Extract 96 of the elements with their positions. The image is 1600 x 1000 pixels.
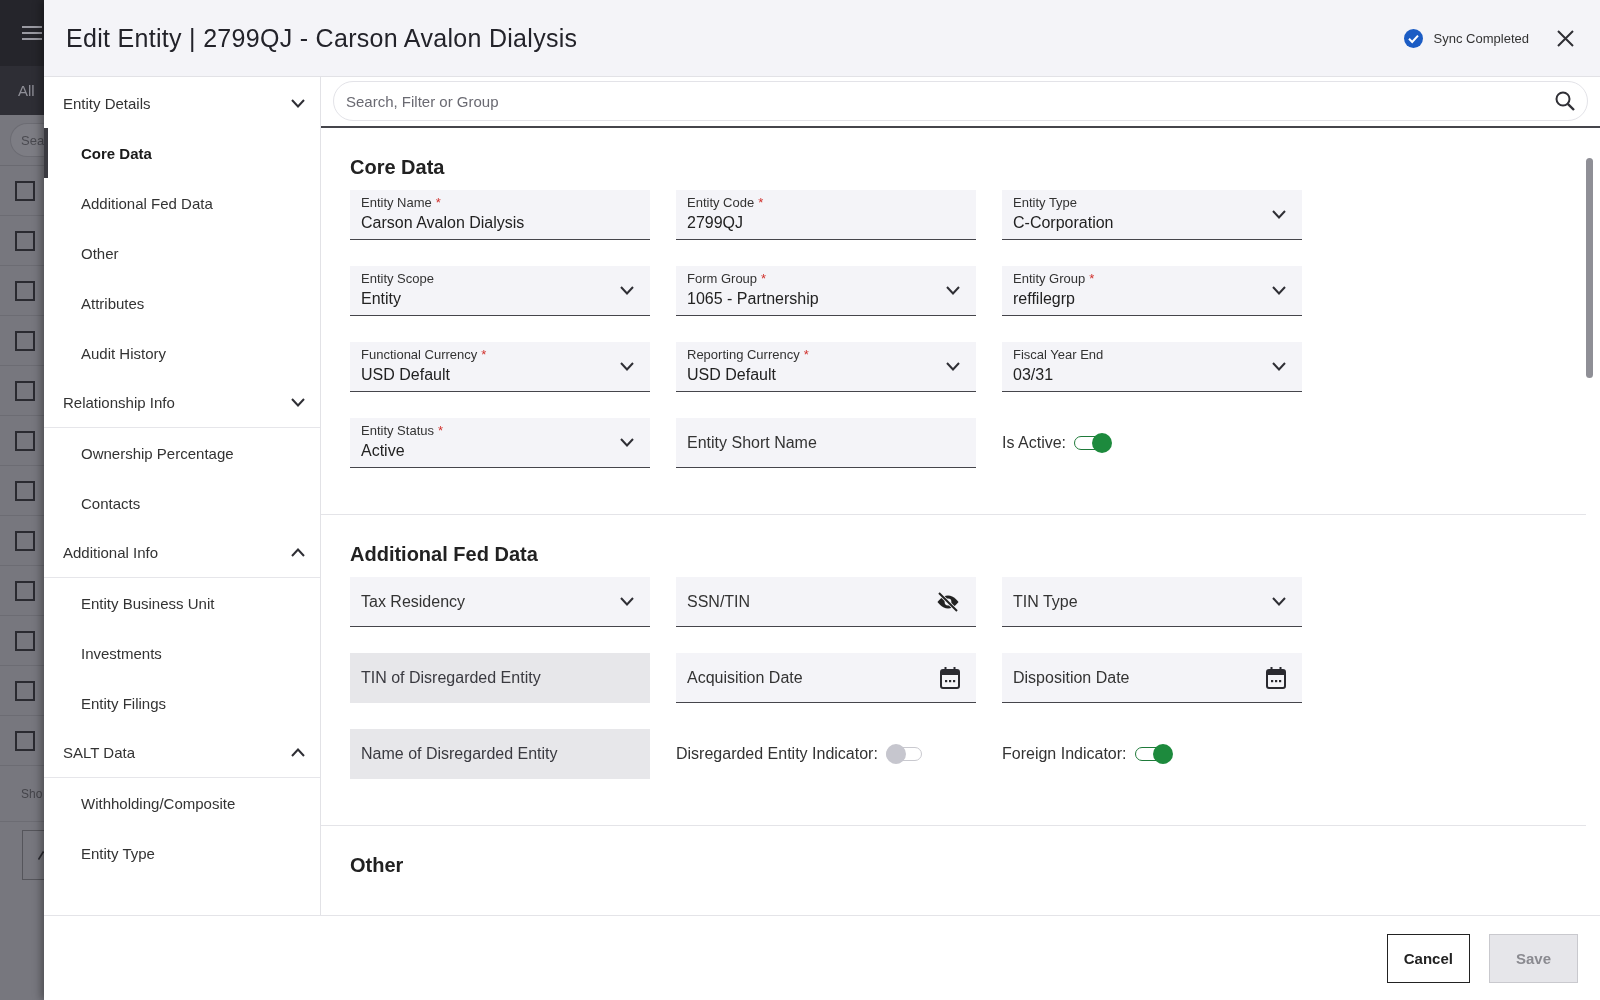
masked-field[interactable]: SSN/TIN (676, 577, 976, 627)
caret-icon (38, 850, 44, 860)
toggle-switch[interactable] (1134, 744, 1173, 764)
sidebar-group-header[interactable]: Entity Details (44, 78, 320, 128)
menu-icon[interactable] (22, 26, 42, 40)
checkbox[interactable] (15, 380, 35, 401)
checkbox[interactable] (15, 480, 35, 501)
sidebar-group-header[interactable]: SALT Data (44, 728, 320, 778)
search-icon[interactable] (1555, 91, 1575, 111)
checkbox[interactable] (15, 230, 35, 251)
checkbox[interactable] (15, 630, 35, 651)
sidebar-item[interactable]: Entity Business Unit (44, 578, 320, 628)
dropdown-field[interactable]: Tax Residency (350, 577, 650, 627)
calendar-icon[interactable] (1266, 666, 1286, 689)
toggle-label: Foreign Indicator: (1002, 745, 1127, 763)
text-field[interactable]: Entity Short Name (676, 418, 976, 468)
chevron-down-icon (946, 286, 960, 295)
sidebar-group-header[interactable]: Additional Info (44, 528, 320, 578)
checkbox[interactable] (15, 680, 35, 701)
field-value: 1065 - Partnership (687, 289, 819, 309)
chevron-down-icon (946, 362, 960, 371)
field-label: Entity Scope (361, 271, 434, 286)
field-label: Entity Group * (1013, 271, 1095, 286)
sidebar-item[interactable]: Ownership Percentage (44, 428, 320, 478)
field-label: Form Group * (687, 271, 768, 286)
dropdown-field[interactable]: Entity Scope Entity (350, 266, 650, 316)
checkbox[interactable] (15, 430, 35, 451)
chevron-down-icon (1272, 286, 1286, 295)
chevron-down-icon (620, 438, 634, 447)
field-value: reffilegrp (1013, 289, 1076, 309)
text-field[interactable]: Entity Name * Carson Avalon Dialysis (350, 190, 650, 240)
sidebar-item[interactable]: Core Data (44, 128, 320, 178)
calendar-icon[interactable] (940, 666, 960, 689)
sidebar-group-header[interactable]: Relationship Info (44, 378, 320, 428)
field-value: 03/31 (1013, 365, 1055, 385)
dropdown-field[interactable]: Reporting Currency * USD Default (676, 342, 976, 392)
dropdown-field[interactable]: Fiscal Year End 03/31 (1002, 342, 1302, 392)
dropdown-field[interactable]: Functional Currency * USD Default (350, 342, 650, 392)
field-value: USD Default (361, 365, 451, 385)
dropdown-field[interactable]: Entity Status * Active (350, 418, 650, 468)
field-label: Entity Status * (361, 423, 444, 438)
field-label: Functional Currency * (361, 347, 487, 362)
field-value: C-Corporation (1013, 213, 1114, 233)
dropdown-field[interactable]: TIN Type (1002, 577, 1302, 627)
date-field[interactable]: Acquisition Date (676, 653, 976, 703)
field-label: Entity Name * (361, 195, 442, 210)
scrollbar-thumb[interactable] (1586, 158, 1593, 378)
chevron-down-icon (620, 362, 634, 371)
sidebar-item[interactable]: Other (44, 228, 320, 278)
section-title: Core Data (350, 156, 446, 178)
close-icon[interactable] (1557, 29, 1574, 47)
chevron-down-icon (620, 597, 634, 606)
field-value: USD Default (687, 365, 777, 385)
field-value: Carson Avalon Dialysis (361, 213, 525, 233)
section-title: Additional Fed Data (350, 543, 539, 565)
field-value: Entity (361, 289, 402, 309)
toggle-label: Is Active: (1002, 434, 1067, 452)
field-value: Active (361, 441, 406, 461)
field-label: Entity Code * (687, 195, 764, 210)
field-label: Fiscal Year End (1013, 347, 1104, 362)
chevron-down-icon (1272, 210, 1286, 219)
toggle-label: Disregarded Entity Indicator: (676, 745, 878, 763)
dialog-title: Edit Entity | 2799QJ - Carson Avalon Dialysis (66, 23, 579, 53)
text-field[interactable]: Entity Code * 2799QJ (676, 190, 976, 240)
sidebar-item[interactable]: Attributes (44, 278, 320, 328)
chevron-down-icon (1272, 362, 1286, 371)
date-field[interactable]: Disposition Date (1002, 653, 1302, 703)
toggle-switch[interactable] (1074, 433, 1113, 453)
dropdown-field[interactable]: Entity Type C-Corporation (1002, 190, 1302, 240)
field-label: Entity Type (1013, 195, 1079, 210)
toggle-switch[interactable] (885, 744, 924, 764)
sidebar-item[interactable]: Audit History (44, 328, 320, 378)
sidebar-item[interactable]: Additional Fed Data (44, 178, 320, 228)
nav-tab[interactable]: All (18, 82, 35, 99)
checkbox[interactable] (15, 280, 35, 301)
field-label: Reporting Currency * (687, 347, 809, 362)
sidebar-item[interactable]: Entity Type (44, 828, 320, 878)
checkbox[interactable] (15, 730, 35, 751)
sync-status: Sync Completed (1433, 30, 1529, 46)
checkbox[interactable] (15, 530, 35, 551)
cancel-button[interactable]: Cancel (1386, 933, 1470, 983)
dropdown-field[interactable]: Entity Group * reffilegrp (1002, 266, 1302, 316)
checkbox[interactable] (15, 180, 35, 201)
sidebar-item[interactable]: Withholding/Composite (44, 778, 320, 828)
chevron-down-icon (620, 286, 634, 295)
dropdown-field[interactable]: Form Group * 1065 - Partnership (676, 266, 976, 316)
eye-slash-icon[interactable] (936, 591, 960, 612)
field-value: 2799QJ (687, 213, 745, 233)
checkbox[interactable] (15, 330, 35, 351)
chevron-down-icon (1272, 597, 1286, 606)
checkbox[interactable] (15, 580, 35, 601)
sidebar-item[interactable]: Investments (44, 628, 320, 678)
section-title: Other (350, 854, 405, 876)
sidebar-item[interactable]: Contacts (44, 478, 320, 528)
check-circle-icon (1403, 28, 1423, 48)
sidebar-item[interactable]: Entity Filings (44, 678, 320, 728)
